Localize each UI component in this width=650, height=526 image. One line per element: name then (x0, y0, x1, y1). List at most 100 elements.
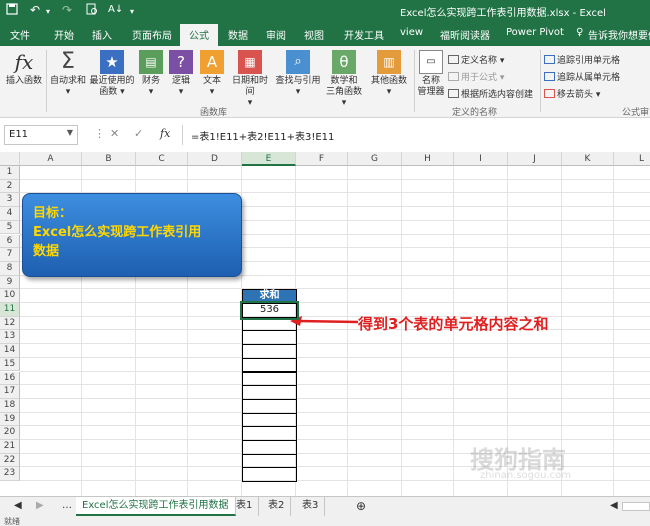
row-header-2[interactable]: 2 (0, 179, 20, 194)
customize-qat-icon[interactable]: ▾ (130, 7, 134, 16)
row-header-18[interactable]: 18 (0, 398, 20, 413)
tell-me-search[interactable]: 告诉我你想要做 (588, 27, 650, 42)
more-functions-button[interactable]: ▥ 其他函数 ▾ (366, 50, 412, 98)
tab-insert[interactable]: 插入 (92, 27, 112, 42)
table-cell[interactable] (242, 385, 297, 400)
table-cell[interactable] (242, 344, 297, 359)
row-header-10[interactable]: 10 (0, 289, 20, 303)
column-header-i[interactable]: I (454, 152, 508, 166)
lookup-button[interactable]: ⌕ 查找与引用 ▾ (274, 50, 322, 98)
more-sheets-icon[interactable]: … (56, 497, 78, 516)
use-in-formula-button[interactable]: 用于公式 ▾ (448, 70, 504, 83)
table-cell[interactable] (242, 467, 297, 483)
sum-value-cell[interactable]: 536 (240, 301, 299, 320)
row-header-22[interactable]: 22 (0, 453, 20, 468)
row-header-21[interactable]: 21 (0, 440, 20, 454)
sort-icon[interactable]: A↓ (108, 4, 123, 15)
scroll-left-icon[interactable]: ◀ (8, 497, 28, 516)
trace-dependents-button[interactable]: 追踪从属单元格 (544, 70, 620, 83)
column-header-a[interactable]: A (20, 152, 82, 166)
sheet-tab-3[interactable]: 表3 (296, 497, 326, 516)
save-icon[interactable] (6, 3, 18, 18)
tab-power-pivot[interactable]: Power Pivot (506, 27, 564, 38)
math-trig-button[interactable]: θ 数学和 三角函数 ▾ (324, 50, 364, 109)
sheet-tab-1[interactable]: 表1 (230, 497, 260, 516)
cancel-icon[interactable]: ✕ (110, 127, 119, 140)
table-cell[interactable] (242, 398, 297, 414)
row-header-9[interactable]: 9 (0, 275, 20, 290)
table-cell[interactable] (242, 330, 297, 346)
trace-precedents-button[interactable]: 追踪引用单元格 (544, 53, 620, 66)
row-header-20[interactable]: 20 (0, 426, 20, 440)
column-header-g[interactable]: G (348, 152, 402, 166)
define-name-button[interactable]: 定义名称 ▾ (448, 53, 504, 66)
table-cell[interactable] (242, 412, 297, 428)
formula-input[interactable]: =表1!E11+表2!E11+表3!E11 (182, 125, 650, 145)
row-header-4[interactable]: 4 (0, 207, 20, 221)
horizontal-scrollbar[interactable] (622, 502, 650, 511)
enter-icon[interactable]: ✓ (134, 127, 143, 140)
tab-foxit[interactable]: 福昕阅读器 (440, 27, 490, 42)
text-button[interactable]: A 文本 ▾ (198, 50, 226, 98)
column-header-k[interactable]: K (562, 152, 614, 166)
name-manager-button[interactable]: ▭ 名称 管理器 (416, 50, 446, 98)
sum-header-cell[interactable]: 求和 (242, 289, 297, 304)
logical-button[interactable]: ? 逻辑 ▾ (168, 50, 194, 98)
insert-function-icon[interactable]: fx (160, 127, 170, 140)
table-cell[interactable] (242, 371, 297, 387)
create-from-selection-button[interactable]: 根据所选内容创建 (448, 87, 533, 100)
column-header-l[interactable]: L (614, 152, 650, 166)
tab-view[interactable]: 视图 (304, 27, 324, 42)
row-header-7[interactable]: 7 (0, 248, 20, 262)
add-sheet-icon[interactable]: ⊕ (350, 497, 372, 516)
row-header-6[interactable]: 6 (0, 234, 20, 249)
financial-button[interactable]: ▤ 财务 ▾ (138, 50, 164, 98)
redo-icon[interactable]: ↷ (62, 3, 72, 17)
table-cell[interactable] (242, 316, 297, 332)
row-header-17[interactable]: 17 (0, 385, 20, 399)
table-cell[interactable] (242, 357, 297, 373)
tab-developer[interactable]: 开发工具 (344, 27, 384, 42)
column-header-f[interactable]: F (296, 152, 348, 166)
column-header-j[interactable]: J (508, 152, 562, 166)
name-box[interactable]: E11 ▼ (4, 125, 78, 145)
row-header-14[interactable]: 14 (0, 344, 20, 358)
row-header-1[interactable]: 1 (0, 166, 20, 180)
row-header-5[interactable]: 5 (0, 220, 20, 235)
row-header-3[interactable]: 3 (0, 193, 20, 208)
tab-review[interactable]: 审阅 (266, 27, 286, 42)
chevron-down-icon[interactable]: ▾ (46, 7, 50, 16)
tab-page-layout[interactable]: 页面布局 (132, 27, 172, 42)
row-header-8[interactable]: 8 (0, 261, 20, 276)
print-preview-icon[interactable] (86, 3, 98, 18)
recent-functions-button[interactable]: ★ 最近使用的 函数 ▾ (88, 50, 136, 98)
tab-data[interactable]: 数据 (228, 27, 248, 42)
autosum-button[interactable]: Σ 自动求和 ▾ (48, 50, 88, 98)
column-header-c[interactable]: C (136, 152, 188, 166)
column-header-d[interactable]: D (188, 152, 242, 166)
row-header-13[interactable]: 13 (0, 330, 20, 345)
row-header-12[interactable]: 12 (0, 316, 20, 331)
sheet-tab-main[interactable]: Excel怎么实现跨工作表引用数据 (76, 497, 236, 516)
row-header-11[interactable]: 11 (0, 303, 20, 317)
table-cell[interactable] (242, 440, 297, 455)
row-header-16[interactable]: 16 (0, 371, 20, 386)
undo-icon[interactable]: ↶ (30, 3, 40, 17)
column-header-h[interactable]: H (402, 152, 454, 166)
tab-view-en[interactable]: view (400, 27, 423, 38)
column-header-b[interactable]: B (82, 152, 136, 166)
select-all-corner[interactable] (0, 152, 20, 166)
scroll-right-icon[interactable]: ▶ (30, 497, 50, 516)
tab-formulas[interactable]: 公式 (180, 24, 218, 46)
insert-function-button[interactable]: fx 插入函数 (4, 50, 44, 87)
table-cell[interactable] (242, 426, 297, 441)
datetime-button[interactable]: ▦ 日期和时间 ▾ (228, 50, 272, 109)
row-header-15[interactable]: 15 (0, 357, 20, 372)
sheet-tab-2[interactable]: 表2 (262, 497, 292, 516)
tab-home[interactable]: 开始 (54, 27, 74, 42)
column-header-e[interactable]: E (242, 152, 296, 166)
chevron-down-icon[interactable]: ▼ (67, 128, 73, 137)
hscroll-left-icon[interactable]: ◀ (604, 497, 624, 516)
table-cell[interactable] (242, 453, 297, 469)
tab-file[interactable]: 文件 (10, 27, 30, 42)
